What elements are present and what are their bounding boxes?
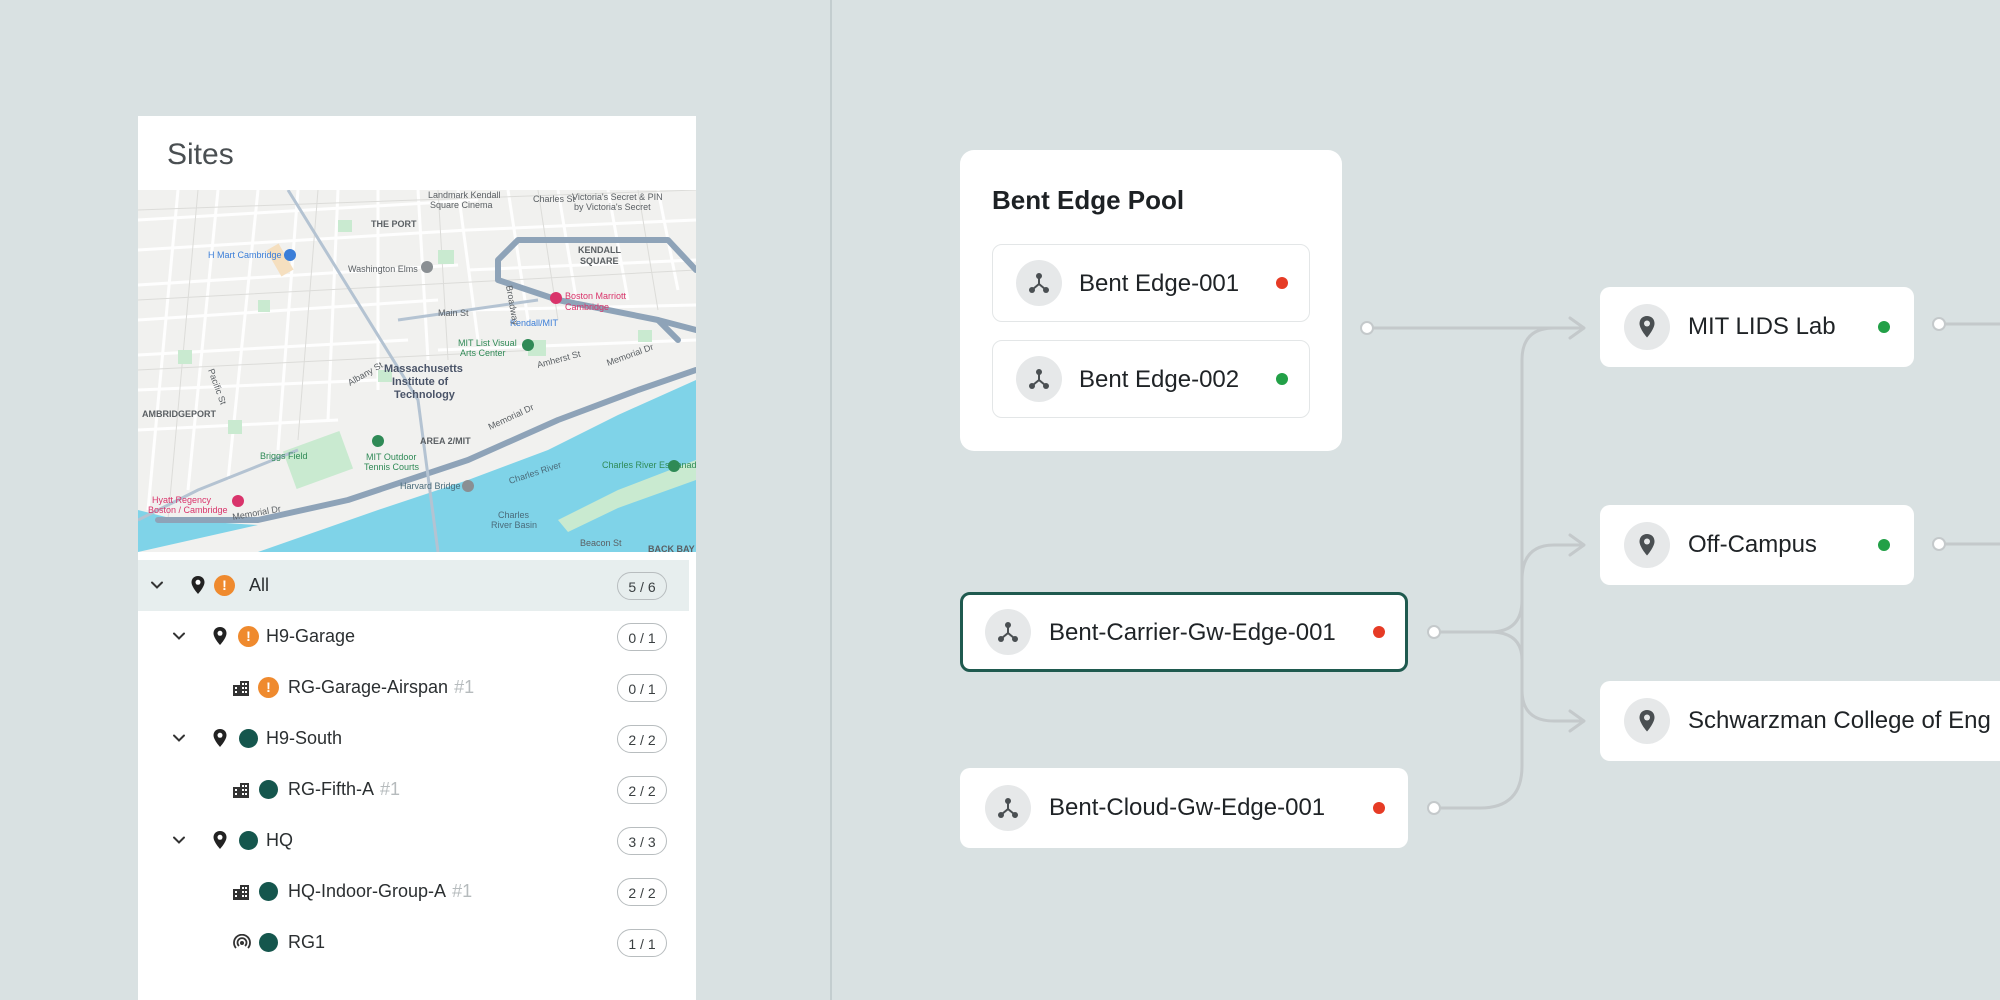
status-dot-red (1276, 277, 1288, 289)
cloud-gw-output-port[interactable] (1427, 801, 1441, 815)
edge-node-label: Bent-Carrier-Gw-Edge-001 (1049, 619, 1336, 646)
edge-pool-card[interactable]: Bent Edge Pool Bent Edge-001 Bent Edge-0… (960, 150, 1342, 451)
edge-pool-title: Bent Edge Pool (992, 185, 1185, 215)
site-node-mit-lids-lab[interactable]: MIT LIDS Lab (1600, 287, 1914, 367)
location-pin-icon (1624, 698, 1670, 744)
edge-node-icon (985, 609, 1031, 655)
site-node-label: MIT LIDS Lab (1688, 313, 1836, 340)
edge-node-label: Bent-Cloud-Gw-Edge-001 (1049, 794, 1326, 821)
site-node-off-campus[interactable]: Off-Campus (1600, 505, 1914, 585)
status-dot-red (1373, 626, 1385, 638)
location-pin-icon (1624, 522, 1670, 568)
site-node-label: Schwarzman College of Eng (1688, 707, 1991, 734)
edge-node-icon (985, 785, 1031, 831)
off-campus-output-port[interactable] (1932, 537, 1946, 551)
connector-to-schwarzman (1488, 630, 1584, 723)
connector-cloud-trunk (1438, 543, 1584, 810)
pool-output-port[interactable] (1360, 321, 1374, 335)
pool-item-label: Bent Edge-002 (1079, 366, 1240, 393)
status-dot-green (1878, 321, 1890, 333)
connector-trunk (1438, 326, 1584, 634)
status-dot-green (1878, 539, 1890, 551)
pool-item-bent-edge-002[interactable]: Bent Edge-002 (992, 340, 1310, 418)
pool-item-label: Bent Edge-001 (1079, 270, 1240, 297)
edge-node-icon (1016, 260, 1062, 306)
location-pin-icon (1624, 304, 1670, 350)
pool-item-bent-edge-001[interactable]: Bent Edge-001 (992, 244, 1310, 322)
site-node-schwarzman[interactable]: Schwarzman College of Eng (1600, 681, 2000, 761)
status-dot-red (1373, 802, 1385, 814)
site-node-label: Off-Campus (1688, 531, 1817, 558)
edge-node-cloud-gw[interactable]: Bent-Cloud-Gw-Edge-001 (960, 768, 1408, 848)
edge-node-icon (1016, 356, 1062, 402)
mit-lids-output-port[interactable] (1932, 317, 1946, 331)
edge-node-carrier-gw[interactable]: Bent-Carrier-Gw-Edge-001 (960, 592, 1408, 672)
status-dot-green (1276, 373, 1288, 385)
carrier-gw-output-port[interactable] (1427, 625, 1441, 639)
